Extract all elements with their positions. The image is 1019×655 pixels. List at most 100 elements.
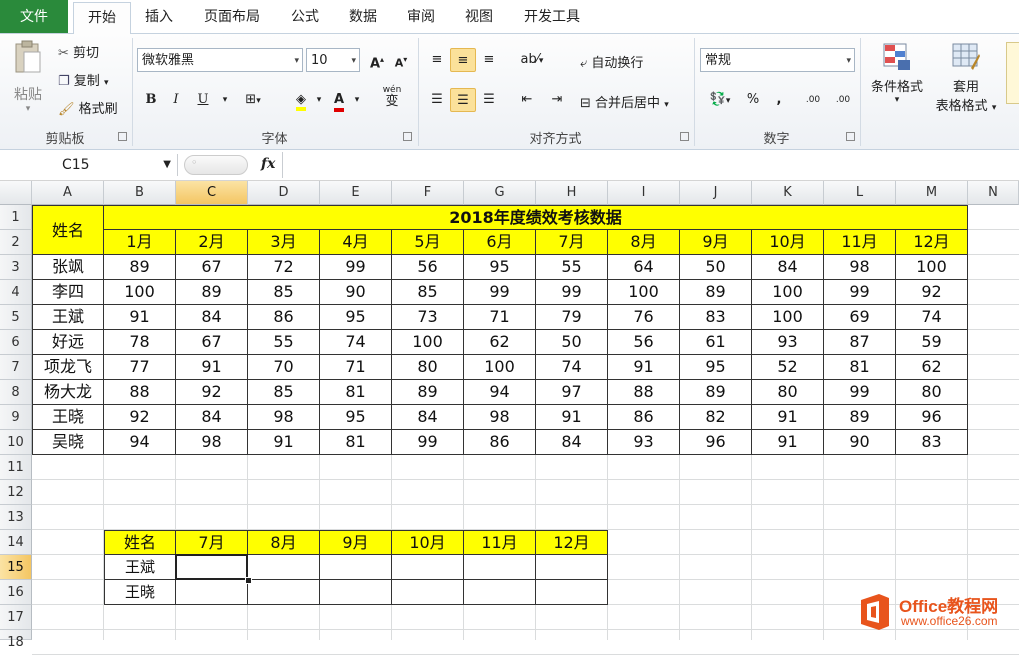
chevron-down-icon[interactable]: ▾ <box>212 88 238 112</box>
column-header-k[interactable]: K <box>752 181 824 205</box>
column-header-l[interactable]: L <box>824 181 896 205</box>
cell-value[interactable]: 79 <box>536 305 608 330</box>
cell-value[interactable]: 59 <box>896 330 968 355</box>
cell-value[interactable]: 81 <box>824 355 896 380</box>
row-header-2[interactable]: 2 <box>0 230 32 255</box>
cell-value[interactable]: 77 <box>104 355 176 380</box>
orientation-button[interactable]: ab⁄▾ <box>514 48 550 72</box>
row-header-17[interactable]: 17 <box>0 605 32 630</box>
increase-decimal-button[interactable]: .00 <box>800 88 826 112</box>
accounting-format-button[interactable]: 💱▾ <box>702 88 738 112</box>
cell-name[interactable]: 好远 <box>32 330 104 355</box>
cell-value[interactable]: 98 <box>464 405 536 430</box>
cell-month-header[interactable]: 3月 <box>248 230 320 255</box>
row-header-15[interactable]: 15 <box>0 555 32 580</box>
cell-value[interactable]: 64 <box>608 255 680 280</box>
chevron-down-icon[interactable]: ▾ <box>344 88 370 112</box>
percent-button[interactable]: % <box>740 88 766 112</box>
cell-value[interactable]: 86 <box>464 430 536 455</box>
cell-value[interactable]: 56 <box>392 255 464 280</box>
cell-name[interactable]: 王斌 <box>32 305 104 330</box>
row-header-4[interactable]: 4 <box>0 280 32 305</box>
cell-value[interactable]: 99 <box>536 280 608 305</box>
cell-t2-header[interactable]: 姓名 <box>104 530 176 555</box>
cell-t2-empty[interactable] <box>248 580 320 605</box>
column-header-f[interactable]: F <box>392 181 464 205</box>
cell-t2-empty[interactable] <box>536 555 608 580</box>
cell-value[interactable]: 98 <box>824 255 896 280</box>
cell-value[interactable]: 74 <box>536 355 608 380</box>
cell-a1-name-header[interactable]: 姓名 <box>32 205 104 255</box>
paste-button[interactable]: 粘贴 ▾ <box>8 40 48 124</box>
name-box[interactable]: C15 ▼ <box>0 154 178 176</box>
cell-value[interactable]: 96 <box>680 430 752 455</box>
cell-month-header[interactable]: 11月 <box>824 230 896 255</box>
cell-value[interactable]: 70 <box>248 355 320 380</box>
cell-t2-header[interactable]: 9月 <box>320 530 392 555</box>
cell-value[interactable]: 92 <box>176 380 248 405</box>
align-top-button[interactable]: ≡ <box>424 48 450 72</box>
row-header-7[interactable]: 7 <box>0 355 32 380</box>
row-header-10[interactable]: 10 <box>0 430 32 455</box>
cell-value[interactable]: 93 <box>608 430 680 455</box>
cell-t2-name[interactable]: 王晓 <box>104 580 176 605</box>
cell-name[interactable]: 项龙飞 <box>32 355 104 380</box>
wrap-text-button[interactable]: ⤶ 自动换行 <box>580 52 643 71</box>
font-size-select[interactable]: 10 ▾ <box>306 48 360 72</box>
cell-name[interactable]: 杨大龙 <box>32 380 104 405</box>
column-header-m[interactable]: M <box>896 181 968 205</box>
cell-value[interactable]: 85 <box>248 380 320 405</box>
cell-value[interactable]: 96 <box>896 405 968 430</box>
cell-value[interactable]: 74 <box>320 330 392 355</box>
row-header-14[interactable]: 14 <box>0 530 32 555</box>
cell-value[interactable]: 90 <box>320 280 392 305</box>
cell-value[interactable]: 62 <box>464 330 536 355</box>
row-header-11[interactable]: 11 <box>0 455 32 480</box>
cell-value[interactable]: 85 <box>248 280 320 305</box>
bold-button[interactable]: B <box>138 88 164 112</box>
cell-name[interactable]: 吴晓 <box>32 430 104 455</box>
cell-value[interactable]: 67 <box>176 255 248 280</box>
fill-handle[interactable] <box>245 577 252 584</box>
cell-month-header[interactable]: 2月 <box>176 230 248 255</box>
cell-value[interactable]: 78 <box>104 330 176 355</box>
cell-value[interactable]: 99 <box>464 280 536 305</box>
cell-value[interactable]: 99 <box>824 280 896 305</box>
row-header-13[interactable]: 13 <box>0 505 32 530</box>
dialog-launcher-icon[interactable] <box>680 132 689 141</box>
cell-value[interactable]: 86 <box>248 305 320 330</box>
dialog-launcher-icon[interactable] <box>846 132 855 141</box>
cell-value[interactable]: 56 <box>608 330 680 355</box>
align-center-button[interactable]: ☰ <box>450 88 476 112</box>
cell-t2-name[interactable]: 王斌 <box>104 555 176 580</box>
cell-t2-empty[interactable] <box>392 555 464 580</box>
cell-value[interactable]: 97 <box>536 380 608 405</box>
align-middle-button[interactable]: ≡ <box>450 48 476 72</box>
cell-value[interactable]: 50 <box>536 330 608 355</box>
increase-indent-button[interactable]: ⇥ <box>544 88 570 112</box>
tab-review[interactable]: 审阅 <box>396 0 446 33</box>
cell-value[interactable]: 92 <box>104 405 176 430</box>
cell-t2-header[interactable]: 11月 <box>464 530 536 555</box>
cell-value[interactable]: 84 <box>392 405 464 430</box>
cell-month-header[interactable]: 4月 <box>320 230 392 255</box>
cell-value[interactable]: 80 <box>752 380 824 405</box>
cell-month-header[interactable]: 6月 <box>464 230 536 255</box>
cell-value[interactable]: 82 <box>680 405 752 430</box>
cell-t2-empty[interactable] <box>536 580 608 605</box>
align-left-button[interactable]: ☰ <box>424 88 450 112</box>
cell-value[interactable]: 89 <box>104 255 176 280</box>
cell-value[interactable]: 91 <box>752 430 824 455</box>
cell-value[interactable]: 89 <box>824 405 896 430</box>
cell-name[interactable]: 李四 <box>32 280 104 305</box>
cell-value[interactable]: 89 <box>680 380 752 405</box>
cell-value[interactable]: 88 <box>104 380 176 405</box>
worksheet-grid[interactable]: A B C D E F G H I J K L M N 1 2 3 4 5 6 7 8 9 10 11 12 13 14 15 16 17 1… <box>0 181 1019 655</box>
row-header-3[interactable]: 3 <box>0 255 32 280</box>
tab-page-layout[interactable]: 页面布局 <box>192 0 272 33</box>
grow-font-button[interactable]: A▴ <box>364 48 390 72</box>
cell-value[interactable]: 89 <box>392 380 464 405</box>
align-right-button[interactable]: ☰ <box>476 88 502 112</box>
cell-value[interactable]: 73 <box>392 305 464 330</box>
format-as-table-button[interactable]: 套用 表格格式 ▾ <box>930 42 1002 114</box>
